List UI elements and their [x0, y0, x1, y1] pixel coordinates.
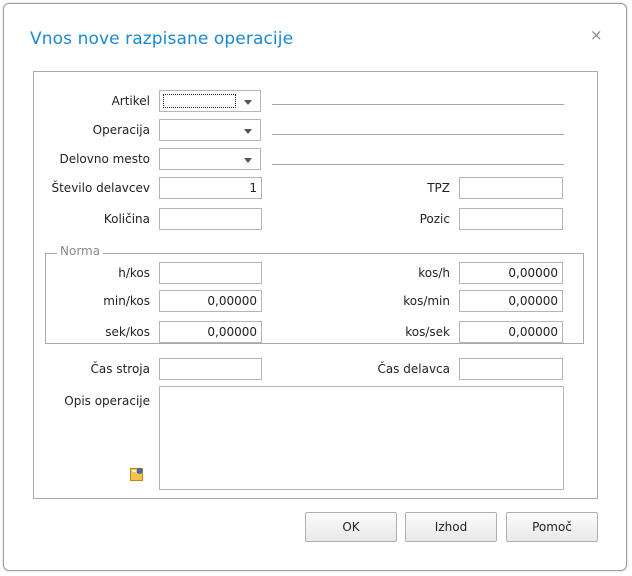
cas-stroja-label: Čas stroja — [90, 362, 150, 376]
note-edit-icon[interactable] — [130, 467, 144, 481]
min-kos-label: min/kos — [103, 294, 150, 308]
chevron-down-icon[interactable] — [244, 100, 252, 105]
kolicina-label: Količina — [103, 212, 150, 226]
dialog-title: Vnos nove razpisane operacije — [30, 29, 294, 49]
h-kos-input[interactable] — [159, 262, 262, 284]
kos-min-label: kos/min — [403, 294, 450, 308]
norma-legend: Norma — [57, 244, 104, 258]
kos-h-label: kos/h — [418, 266, 450, 280]
kos-min-input[interactable]: 0,00000 — [459, 290, 563, 312]
delovno-mesto-description-line — [272, 164, 564, 165]
stevilo-delavcev-label: Število delavcev — [51, 181, 150, 195]
operacija-combo[interactable] — [159, 119, 261, 141]
operacija-label: Operacija — [92, 123, 150, 137]
kos-sek-label: kos/sek — [405, 325, 450, 339]
cas-delavca-input[interactable] — [459, 358, 563, 380]
artikel-description-line — [272, 104, 564, 105]
cas-delavca-label: Čas delavca — [377, 362, 450, 376]
opis-operacije-textarea[interactable] — [159, 386, 564, 490]
kolicina-input[interactable] — [159, 208, 262, 230]
operacija-description-line — [272, 134, 564, 135]
kos-sek-input[interactable]: 0,00000 — [459, 321, 563, 343]
focus-indicator — [163, 94, 236, 108]
kos-h-input[interactable]: 0,00000 — [459, 262, 563, 284]
min-kos-input[interactable]: 0,00000 — [159, 290, 262, 312]
izhod-button[interactable]: Izhod — [405, 512, 497, 542]
delovno-mesto-combo[interactable] — [159, 148, 261, 170]
chevron-down-icon[interactable] — [244, 158, 252, 163]
stevilo-delavcev-input[interactable]: 1 — [159, 177, 262, 199]
ok-button[interactable]: OK — [305, 512, 397, 542]
chevron-down-icon[interactable] — [244, 129, 252, 134]
sek-kos-label: sek/kos — [105, 325, 150, 339]
artikel-label: Artikel — [111, 94, 150, 108]
close-icon[interactable]: × — [590, 27, 603, 43]
delovno-mesto-label: Delovno mesto — [59, 152, 150, 166]
tpz-label: TPZ — [427, 181, 450, 195]
pozic-label: Pozic — [419, 212, 450, 226]
pomoc-button[interactable]: Pomoč — [506, 512, 598, 542]
tpz-input[interactable] — [459, 177, 563, 199]
h-kos-label: h/kos — [118, 266, 150, 280]
opis-operacije-label: Opis operacije — [64, 394, 150, 408]
cas-stroja-input[interactable] — [159, 358, 262, 380]
pozic-input[interactable] — [459, 208, 563, 230]
artikel-combo[interactable] — [159, 90, 261, 112]
sek-kos-input[interactable]: 0,00000 — [159, 321, 262, 343]
